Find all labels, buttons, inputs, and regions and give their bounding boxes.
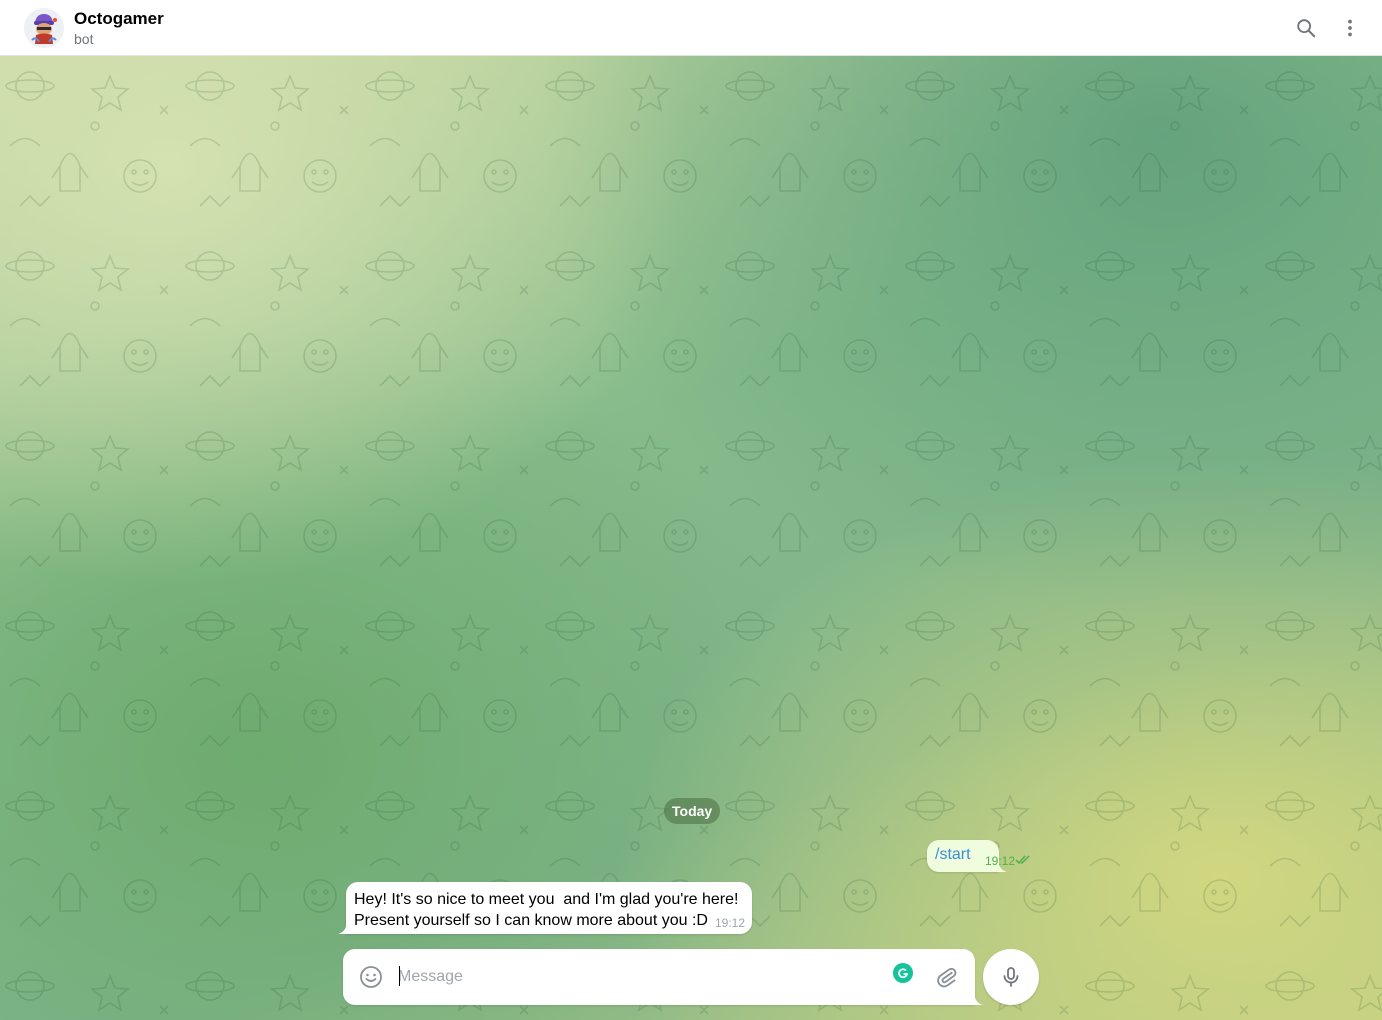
more-menu-button[interactable] [1330,8,1370,48]
doodle-pattern [0,56,1382,1020]
date-divider: Today [664,798,721,824]
more-vertical-icon [1348,19,1352,37]
search-icon [1297,19,1316,38]
chat-info[interactable]: Octogamer bot [74,9,164,48]
message-text-line: Hey! It's so nice to meet you and I'm gl… [354,891,739,908]
bot-avatar[interactable] [24,8,64,48]
chat-header: Octogamer bot [0,0,1382,56]
message-composer [343,949,983,1005]
chat-title: Octogamer [74,9,164,28]
outgoing-message[interactable]: /start 19:12 [927,840,1030,872]
paperclip-icon[interactable] [935,965,959,989]
bubble-tail [974,993,983,1005]
voice-record-button[interactable] [983,949,1039,1005]
bubble-tail [997,860,1007,872]
emoji-icon[interactable] [359,965,383,989]
incoming-message[interactable]: Hey! It's so nice to meet you and I'm gl… [338,882,752,934]
grammarly-icon[interactable] [893,963,913,983]
search-button[interactable] [1286,8,1326,48]
bubble-tail [338,922,347,934]
chat-background [0,56,1382,1020]
message-input[interactable] [398,965,878,989]
message-time: 19:12 [714,916,745,930]
microphone-icon [1003,967,1019,987]
chat-subtitle: bot [74,31,94,47]
bot-command-link[interactable]: /start [935,846,971,863]
double-check-icon [1015,855,1030,865]
text-caret [399,966,400,986]
message-text-line: Present yourself so I can know more abou… [354,912,708,929]
